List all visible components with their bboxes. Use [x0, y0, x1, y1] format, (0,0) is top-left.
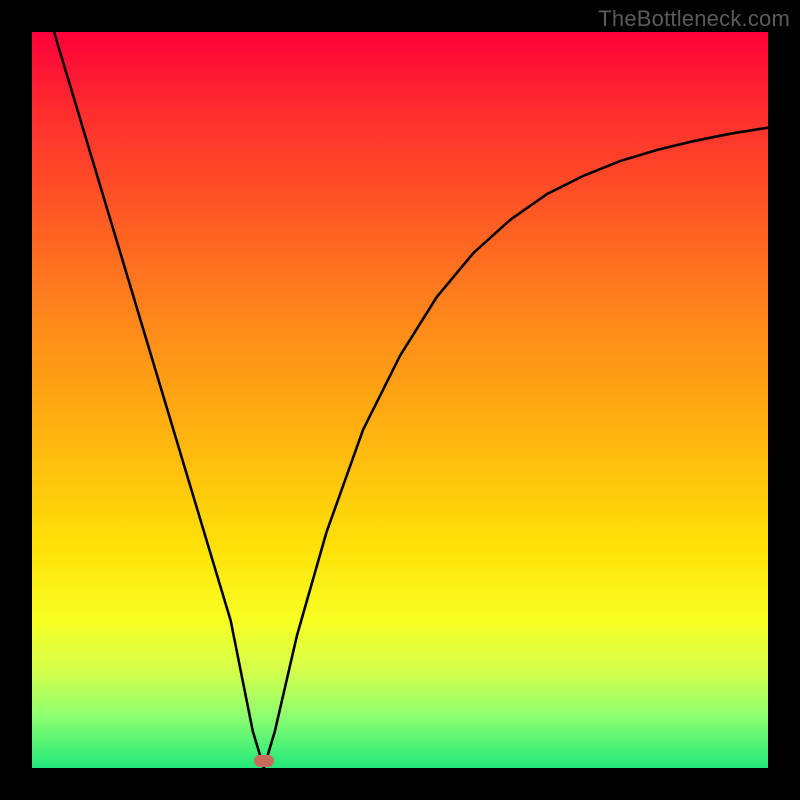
- minimum-marker: [254, 755, 274, 767]
- bottleneck-curve: [32, 32, 768, 768]
- watermark-label: TheBottleneck.com: [598, 6, 790, 32]
- chart-container: TheBottleneck.com: [0, 0, 800, 800]
- plot-area: [32, 32, 768, 768]
